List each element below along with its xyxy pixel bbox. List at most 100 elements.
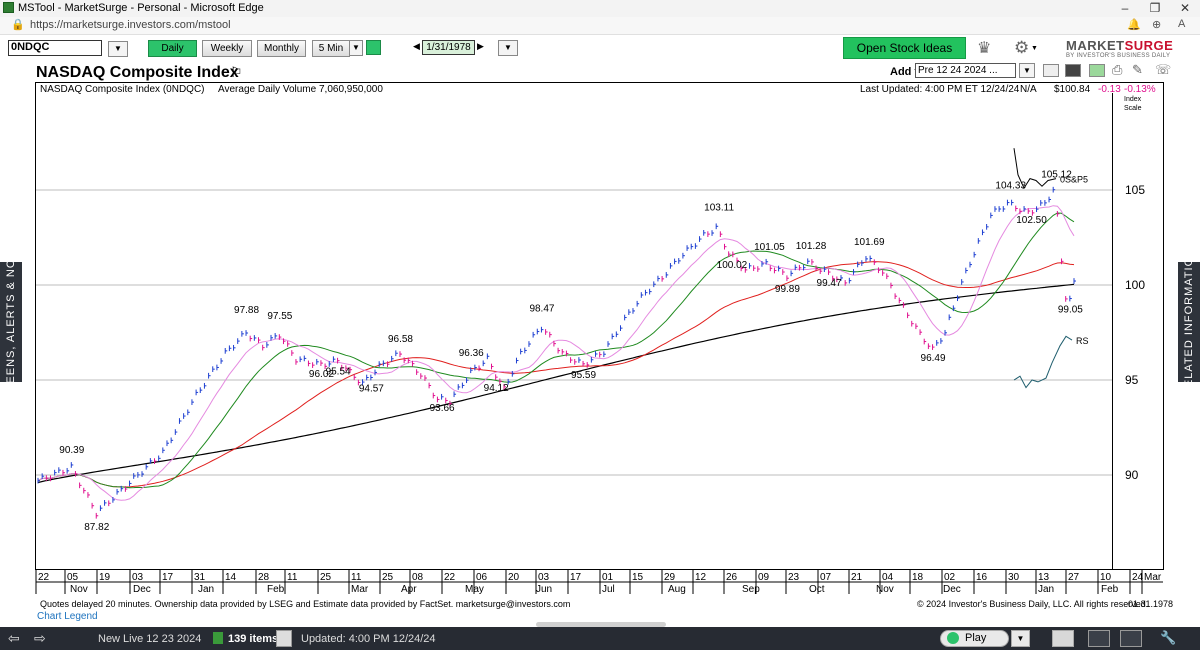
play-dropdown-button[interactable]: ▼: [1011, 630, 1030, 647]
price-annotation: 99.47: [817, 278, 842, 289]
x-tick-label: Mar: [1144, 572, 1162, 583]
copyright: © 2024 Investor's Business Daily, LLC. A…: [917, 599, 1149, 609]
price-annotation: 95.59: [571, 370, 596, 381]
chart-legend-link[interactable]: Chart Legend: [37, 611, 98, 622]
x-tick-label: 19: [99, 572, 111, 583]
list-updated: Updated: 4:00 PM 12/24/24: [301, 633, 436, 645]
list-icon: [213, 632, 223, 644]
x-tick-label: 05: [67, 572, 79, 583]
month-label: Sep: [742, 584, 760, 595]
x-tick-label: 22: [38, 572, 50, 583]
price-annotation: 94.57: [359, 384, 384, 395]
x-tick-label: 27: [1068, 572, 1080, 583]
layout-three-icon[interactable]: [1120, 630, 1142, 647]
price-annotation: 96.58: [388, 334, 413, 345]
x-tick-label: 31: [194, 572, 206, 583]
layout-two-icon[interactable]: [1088, 630, 1110, 647]
month-label: Jun: [536, 584, 552, 595]
month-label: Oct: [809, 584, 825, 595]
month-label: Feb: [267, 584, 285, 595]
x-tick-label: 30: [1008, 572, 1020, 583]
x-tick-label: 29: [664, 572, 676, 583]
price-annotation: 101.05: [754, 242, 785, 253]
x-tick-label: 12: [695, 572, 707, 583]
price-annotation: 97.88: [234, 305, 259, 316]
forward-arrow-icon[interactable]: ⇨: [34, 630, 46, 647]
play-button[interactable]: Play: [940, 630, 1009, 647]
x-tick-label: 26: [726, 572, 738, 583]
x-tick-label: 15: [632, 572, 644, 583]
wrench-icon[interactable]: 🔧: [1160, 630, 1176, 646]
price-annotation: 97.55: [267, 311, 292, 322]
y-tick-label: 105: [1125, 183, 1145, 197]
price-annotation: 99.05: [1058, 305, 1083, 316]
x-tick-label: 16: [976, 572, 988, 583]
x-tick-label: 11: [351, 572, 362, 583]
price-annotation: 95.54: [326, 367, 351, 378]
y-axis-ticks: 90 95 100 105: [1125, 183, 1145, 482]
month-label: Jan: [198, 584, 214, 595]
price-annotation: 99.89: [775, 284, 800, 295]
ma50-path: [37, 261, 1075, 488]
layout-one-icon[interactable]: [1052, 630, 1074, 647]
month-label: May: [465, 584, 484, 595]
x-tick-label: 03: [538, 572, 550, 583]
month-label: Nov: [70, 584, 88, 595]
month-label: Apr: [401, 584, 417, 595]
x-tick-label: 22: [444, 572, 456, 583]
data-attribution: Quotes delayed 20 minutes. Ownership dat…: [40, 599, 571, 609]
price-annotation: 96.36: [459, 348, 484, 359]
month-label: Feb: [1101, 584, 1119, 595]
ma50-line: [37, 261, 1075, 488]
list-name[interactable]: New Live 12 23 2024: [98, 633, 201, 645]
back-arrow-icon[interactable]: ⇦: [8, 630, 20, 647]
x-tick-label: 20: [508, 572, 520, 583]
month-label: Aug: [668, 584, 686, 595]
price-annotation: 103.11: [704, 202, 734, 213]
x-tick-label: 23: [788, 572, 800, 583]
ma21-path: [37, 212, 1075, 489]
play-icon: [947, 632, 959, 644]
y-tick-label: 95: [1125, 373, 1139, 387]
price-annotation: 90.39: [59, 445, 84, 456]
month-label: Jul: [602, 584, 615, 595]
price-annotation: 93.66: [430, 403, 455, 414]
rs-series-label: RS: [1076, 336, 1089, 346]
price-annotations: 90.3987.8297.8897.5596.0295.5494.5796.58…: [59, 170, 1083, 533]
x-tick-label: 10: [1100, 572, 1112, 583]
ma200-line: [37, 283, 1075, 484]
x-tick-label: 02: [944, 572, 956, 583]
price-annotation: 102.50: [1016, 215, 1047, 226]
x-tick-label: 11: [287, 572, 298, 583]
x-tick-label: 07: [820, 572, 832, 583]
footer-date: 01.31.1978: [1128, 599, 1174, 609]
x-tick-label: 18: [912, 572, 924, 583]
y-tick-label: 90: [1125, 468, 1139, 482]
month-label: Jan: [1038, 584, 1054, 595]
x-tick-label: 25: [382, 572, 394, 583]
x-tick-label: 17: [570, 572, 582, 583]
y-tick-label: 100: [1125, 278, 1145, 292]
x-tick-label: 08: [412, 572, 424, 583]
sp500-series-label: 0S&P5: [1060, 175, 1088, 185]
x-tick-label: 09: [758, 572, 770, 583]
price-annotation: 101.28: [796, 241, 827, 252]
refresh-icon[interactable]: [276, 630, 292, 647]
x-tick-label: 06: [476, 572, 488, 583]
x-tick-label: 01: [602, 572, 614, 583]
price-annotation: 87.82: [84, 522, 109, 533]
play-label: Play: [965, 632, 987, 644]
price-chart[interactable]: 90.3987.8297.8897.5596.0295.5494.5796.58…: [0, 0, 1200, 600]
x-tick-label: 21: [851, 572, 863, 583]
price-annotation: 100.02: [717, 260, 748, 271]
gridlines: [36, 189, 1112, 476]
x-tick-label: 28: [258, 572, 270, 583]
x-tick-label: 04: [882, 572, 894, 583]
month-label: Dec: [133, 584, 151, 595]
month-label: Dec: [943, 584, 961, 595]
x-axis: 22 05 19 03 17 31 14 28 11 25 11 25 08 22 06 20 03 17 01 15…: [35, 570, 1163, 595]
ma21-line: [37, 212, 1075, 489]
list-item-count: 139 items: [228, 633, 279, 645]
x-tick-label: 03: [132, 572, 144, 583]
x-tick-label: 14: [225, 572, 237, 583]
